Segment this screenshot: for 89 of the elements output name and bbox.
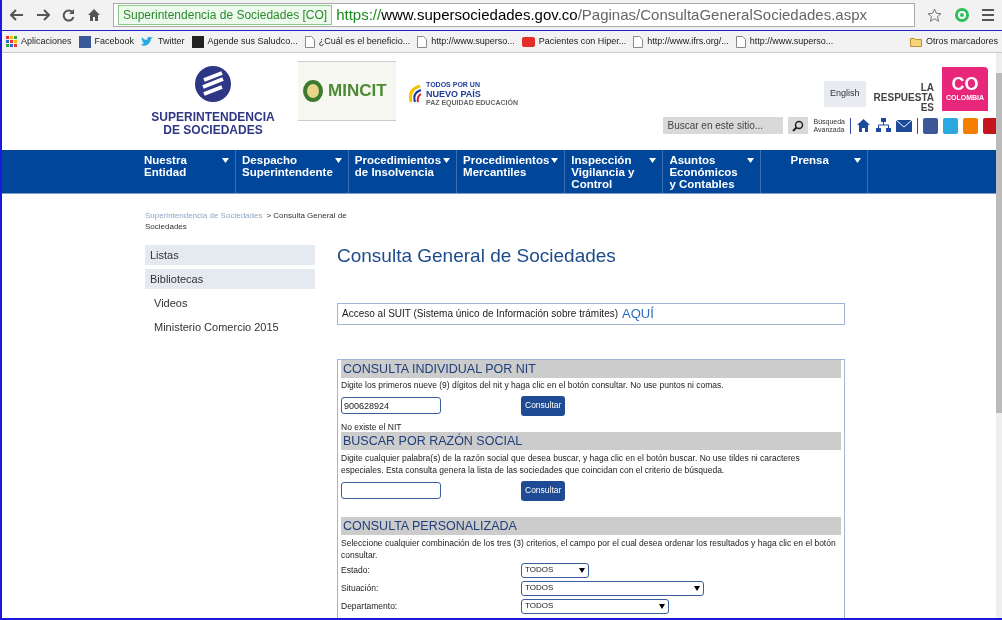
nav-menu-item[interactable]: Asuntos Económicos y Contables bbox=[663, 150, 762, 193]
search-icon bbox=[792, 119, 805, 132]
nav-menu-item[interactable]: Nuestra Entidad bbox=[138, 150, 237, 193]
bookmark-folder[interactable]: Otros marcadores bbox=[909, 34, 998, 49]
facebook-icon bbox=[78, 35, 91, 48]
bookmark-link[interactable]: Pacientes con Hiper... bbox=[521, 34, 627, 49]
bookmark-link[interactable]: Twitter bbox=[141, 34, 185, 49]
bookmark-link[interactable]: http://www.superso... bbox=[735, 34, 834, 49]
aqui-link[interactable]: AQUÍ bbox=[622, 303, 654, 324]
apps-grid-icon bbox=[6, 36, 17, 47]
search-button[interactable] bbox=[788, 117, 809, 134]
sitemap-icon[interactable] bbox=[876, 118, 891, 133]
folder-icon bbox=[909, 36, 922, 47]
section-heading: CONSULTA PERSONALIZADA bbox=[341, 516, 841, 535]
dropdown-caret-icon bbox=[443, 158, 451, 163]
play-icon bbox=[521, 36, 535, 47]
site-badge: Superintendencia de Sociedades [CO] bbox=[118, 5, 333, 25]
bookmark-link[interactable]: Facebook bbox=[78, 34, 135, 49]
slogan-text: LA RESPUESTA ES bbox=[873, 83, 934, 113]
twitter-icon[interactable] bbox=[943, 117, 958, 134]
dropdown-select[interactable]: TODOS bbox=[521, 562, 589, 578]
nav-menu-item[interactable]: Inspección Vigilancia y Control bbox=[565, 150, 664, 193]
logo-text: SUPERINTENDENCIA DE SOCIEDADES bbox=[151, 111, 275, 137]
home-icon[interactable] bbox=[87, 8, 101, 22]
page-icon bbox=[417, 35, 428, 48]
nav-menu-item[interactable]: Procedimientos Mercantiles bbox=[457, 150, 566, 193]
dropdown-caret-icon bbox=[579, 567, 585, 573]
dropdown-caret-icon bbox=[659, 603, 665, 609]
url-text: https://www.supersociedades.gov.co/Paginas/ConsultaGeneralSociedades.aspx bbox=[336, 4, 868, 25]
instructions-text: Seleccione cualquier combinación de los tres (3) criterios, el campo por el cual desea ordenar los resultados y haga clic en el botón consultar. bbox=[341, 536, 837, 561]
bookmark-link[interactable]: Agende sus Saludco... bbox=[191, 34, 298, 49]
bird-icon bbox=[141, 36, 155, 47]
sidebar-item[interactable]: Videos bbox=[145, 293, 315, 313]
consultar-button[interactable]: Consultar bbox=[521, 480, 566, 501]
address-bar[interactable]: Superintendencia de Sociedades [CO] https://www.supersociedades.gov.co/Paginas/ConsultaGeneralSociedades.aspx bbox=[113, 3, 915, 27]
blogger-icon[interactable] bbox=[963, 117, 978, 134]
company-name-input[interactable] bbox=[341, 482, 441, 499]
nav-menu-item[interactable]: Prensa bbox=[761, 150, 868, 193]
site-search-field[interactable]: Buscar en este sitio... bbox=[663, 117, 784, 134]
dropdown-select[interactable]: TODOS bbox=[521, 580, 704, 596]
mail-icon[interactable] bbox=[896, 119, 912, 132]
issuu-icon[interactable] bbox=[983, 117, 996, 134]
section-heading: BUSCAR POR RAZÓN SOCIAL bbox=[341, 431, 841, 450]
sidebar-item[interactable]: Bibliotecas bbox=[145, 269, 315, 289]
bookmark-link[interactable]: Aplicaciones bbox=[6, 34, 72, 49]
dropdown-caret-icon bbox=[747, 158, 755, 163]
forward-icon[interactable] bbox=[36, 9, 50, 21]
dropdown-caret-icon bbox=[222, 158, 230, 163]
back-icon[interactable] bbox=[10, 9, 24, 21]
flag-swoosh-icon bbox=[408, 85, 422, 103]
consultar-button[interactable]: Consultar bbox=[521, 395, 566, 416]
sidebar-item[interactable]: Listas bbox=[145, 245, 315, 265]
bookmark-link[interactable]: ¿Cuál es el beneficio... bbox=[304, 34, 411, 49]
mincit-logo: MINCIT bbox=[298, 61, 396, 121]
nav-menu-item[interactable]: Procedimientos de Insolvencia bbox=[348, 150, 458, 193]
nav-menu-item[interactable]: Despacho Superintendente bbox=[236, 150, 349, 193]
field-label: Departamento: bbox=[341, 599, 399, 613]
bookmark-link[interactable]: http://www.ifrs.org/... bbox=[633, 34, 729, 49]
page-icon bbox=[633, 35, 644, 48]
field-label: Situación: bbox=[341, 581, 380, 595]
page-icon bbox=[304, 35, 315, 48]
sidebar-item[interactable]: Ministerio Comercio 2015 bbox=[145, 317, 315, 337]
dropdown-caret-icon bbox=[334, 158, 342, 163]
suit-text: Acceso al SUIT (Sistema único de Información sobre trámites) bbox=[342, 307, 619, 321]
page-title: Consulta General de Sociedades bbox=[337, 244, 617, 268]
bookmark-star-icon[interactable] bbox=[927, 7, 942, 23]
facebook-icon[interactable] bbox=[923, 117, 938, 134]
logo-emblem-icon bbox=[194, 65, 232, 103]
reload-icon[interactable] bbox=[62, 8, 75, 22]
menu-icon[interactable] bbox=[982, 8, 994, 22]
breadcrumb: Superintendencia de Sociedades > Consulta General de Sociedades bbox=[145, 210, 348, 232]
instructions-text: Digite cualquier palabra(s) de la razón social que desea buscar, y haga clic en el botón buscar. No use tildes ni caracteres especiales. Esta consulta genera la lista de las sociedades que coincidan con el criterio de búsqueda. bbox=[341, 451, 801, 476]
coat-of-arms-icon bbox=[302, 79, 324, 103]
instructions-text: Digite los primeros nueve (9) dígitos del nit y haga clic en el botón consultar. No use puntos ni comas. bbox=[341, 379, 725, 391]
bookmark-link[interactable]: http://www.superso... bbox=[417, 34, 515, 49]
dropdown-select[interactable]: TODOS bbox=[521, 598, 669, 614]
dropdown-caret-icon bbox=[649, 158, 657, 163]
dropdown-caret-icon bbox=[551, 158, 559, 163]
page-icon bbox=[735, 35, 746, 48]
home-icon[interactable] bbox=[856, 118, 871, 133]
section-heading: CONSULTA INDIVIDUAL POR NIT bbox=[341, 359, 841, 378]
result-message: No existe el NIT bbox=[341, 421, 403, 432]
nit-input[interactable]: 900628924 bbox=[341, 397, 441, 414]
field-label: Estado: bbox=[341, 563, 371, 577]
info-icon bbox=[191, 35, 204, 48]
dropdown-caret-icon bbox=[854, 158, 861, 163]
scrollbar[interactable] bbox=[996, 53, 1002, 618]
english-button[interactable]: English bbox=[824, 81, 866, 107]
dropdown-caret-icon bbox=[694, 585, 700, 591]
